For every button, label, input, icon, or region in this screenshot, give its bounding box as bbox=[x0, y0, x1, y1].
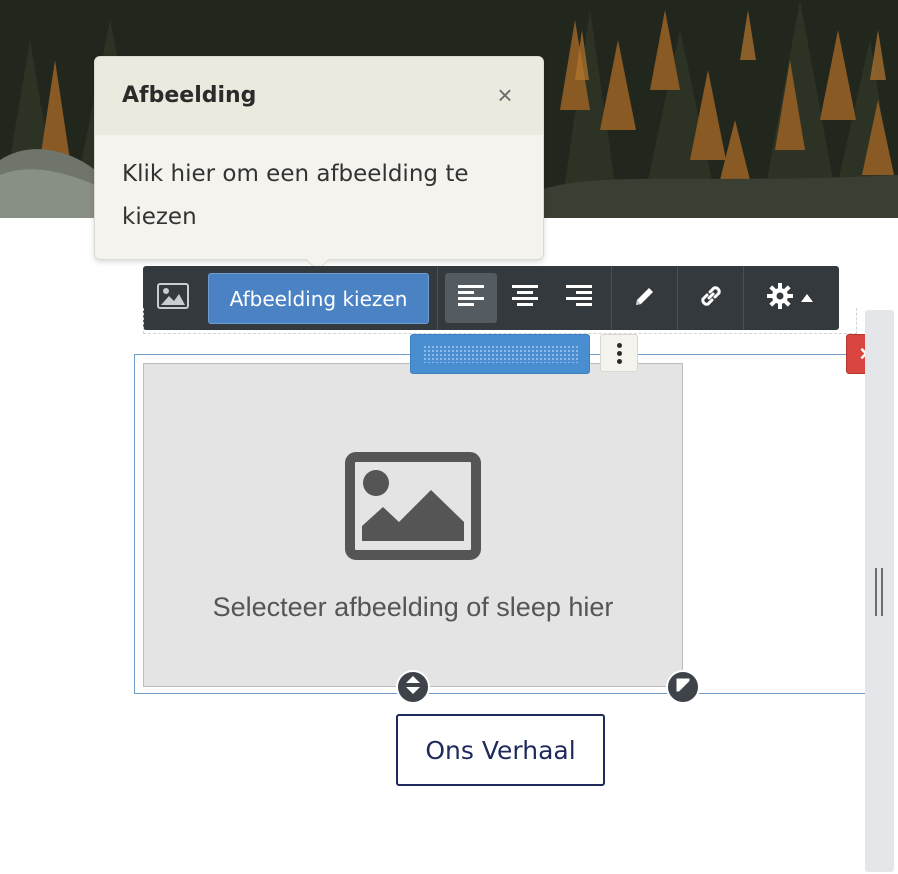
resize-vertical-icon bbox=[405, 675, 421, 700]
popover-title: Afbeelding bbox=[122, 83, 257, 108]
caret-up-icon bbox=[801, 289, 813, 307]
vertical-resize-handle[interactable] bbox=[396, 670, 430, 704]
popover-body-text: Klik hier om een afbeelding te kiezen bbox=[122, 161, 469, 230]
resize-diagonal-icon bbox=[676, 678, 690, 697]
popover-header: Afbeelding × bbox=[95, 57, 543, 135]
kebab-dot bbox=[616, 358, 622, 364]
ons-verhaal-button[interactable]: Ons Verhaal bbox=[396, 714, 605, 786]
image-help-popover: Afbeelding × Klik hier om een afbeelding… bbox=[94, 56, 544, 272]
image-placeholder-icon bbox=[345, 452, 481, 565]
image-dropzone[interactable]: Selecteer afbeelding of sleep hier bbox=[143, 363, 683, 687]
kebab-dot bbox=[616, 342, 622, 348]
side-scrollbar[interactable] bbox=[865, 310, 894, 872]
corner-resize-handle[interactable] bbox=[666, 670, 700, 704]
dropzone-label: Selecteer afbeelding of sleep hier bbox=[212, 592, 614, 622]
kebab-dot bbox=[616, 350, 622, 356]
block-options-button[interactable] bbox=[600, 334, 638, 372]
drag-grip-dots bbox=[423, 345, 579, 363]
toolbar-anchor-outline bbox=[143, 308, 857, 334]
popover-close-button[interactable]: × bbox=[495, 81, 515, 109]
scrollbar-grip[interactable] bbox=[875, 568, 884, 616]
block-drag-handle[interactable] bbox=[410, 334, 590, 374]
